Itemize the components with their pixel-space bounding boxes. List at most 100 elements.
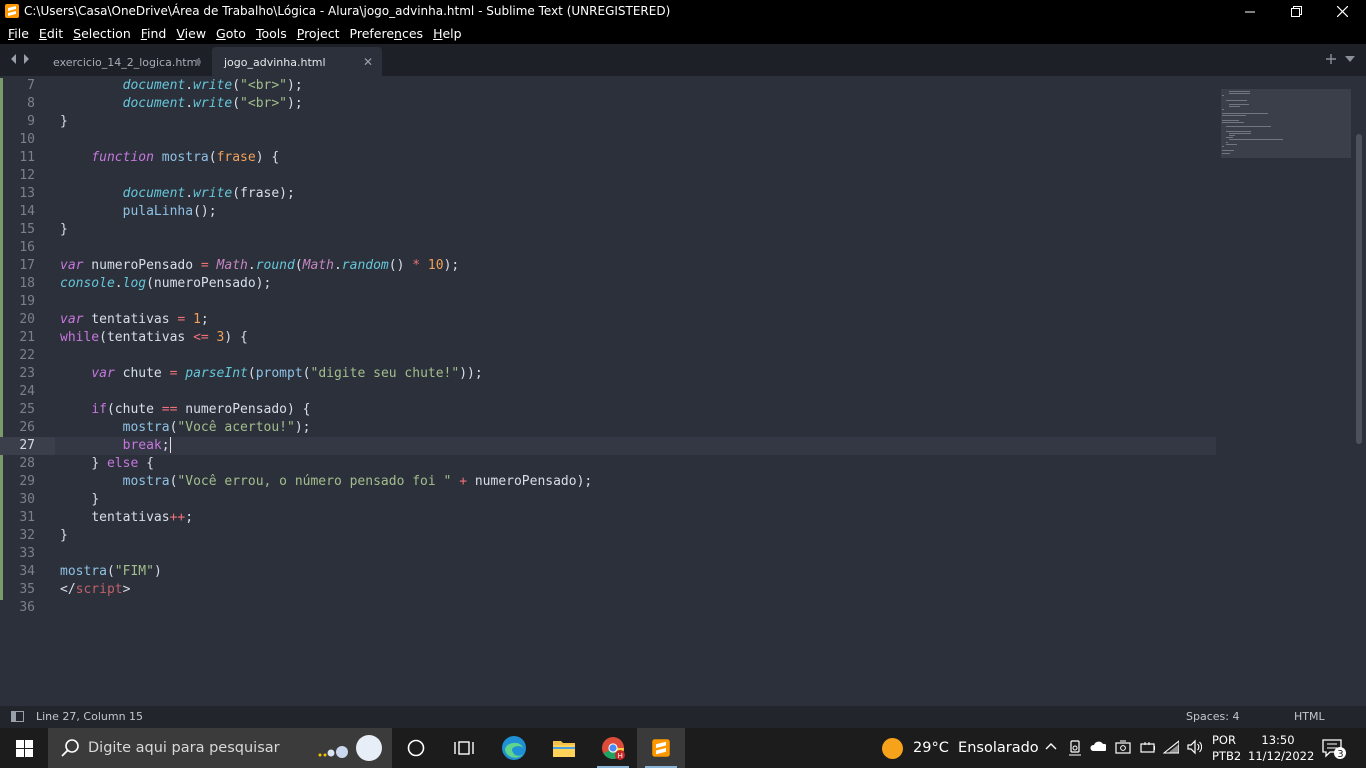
notification-center-button[interactable]: 3: [1322, 738, 1346, 763]
file-explorer-taskbar-button[interactable]: [540, 728, 588, 768]
menu-label-rest: oto: [225, 26, 246, 41]
code-line[interactable]: 31 tentativas++;: [0, 509, 1216, 527]
new-tab-plus-icon[interactable]: [1325, 53, 1337, 65]
code-line[interactable]: 15}: [0, 221, 1216, 239]
code-token: (tentativas: [99, 330, 194, 345]
scrollbar-thumb[interactable]: [1356, 134, 1362, 444]
menu-item-2[interactable]: Selection: [68, 26, 136, 41]
clock-time: 13:50: [1261, 733, 1295, 747]
code-line[interactable]: 34 mostra("FIM"): [0, 563, 1216, 581]
onedrive-cloud-icon[interactable]: [1090, 739, 1106, 757]
code-text: mostra("FIM"): [60, 563, 162, 581]
menu-item-5[interactable]: Goto: [211, 26, 251, 41]
code-line[interactable]: 7 document.write("<br>");: [0, 77, 1216, 95]
battery-plugged-icon[interactable]: [1139, 739, 1155, 757]
code-line[interactable]: 19: [0, 293, 1216, 311]
code-line[interactable]: 8 document.write("<br>");: [0, 95, 1216, 113]
code-token: log: [122, 276, 147, 291]
code-token: }: [91, 492, 100, 507]
menu-accelerator: V: [176, 26, 185, 41]
indentation-setting[interactable]: Spaces: 4: [1186, 710, 1239, 723]
device-icon[interactable]: [1068, 739, 1084, 757]
close-window-button[interactable]: [1319, 0, 1365, 23]
minimap-line: [1222, 121, 1244, 123]
cortana-button[interactable]: [392, 728, 440, 768]
line-number: 35: [19, 582, 35, 597]
toggle-panel-icon[interactable]: [11, 711, 24, 722]
code-text: </script>: [60, 581, 130, 599]
code-line[interactable]: 10: [0, 131, 1216, 149]
code-line[interactable]: 21 while(tentativas <= 3) {: [0, 329, 1216, 347]
menu-item-3[interactable]: Find: [136, 26, 172, 41]
code-token: (: [232, 78, 241, 93]
code-line[interactable]: 30 }: [0, 491, 1216, 509]
code-token: .: [185, 96, 194, 111]
code-line[interactable]: 27 break;: [0, 436, 1216, 455]
menu-item-9[interactable]: Help: [428, 26, 467, 41]
restore-button[interactable]: [1273, 0, 1319, 23]
sublime-text-taskbar-button[interactable]: [637, 728, 685, 768]
menu-item-0[interactable]: File: [3, 26, 34, 41]
sun-icon: [882, 737, 903, 759]
code-line[interactable]: 24: [0, 383, 1216, 401]
menu-item-4[interactable]: View: [171, 26, 211, 41]
tab-nav-arrows-icon[interactable]: [10, 53, 32, 65]
code-line[interactable]: 16: [0, 239, 1216, 257]
minimize-button[interactable]: [1227, 0, 1273, 23]
unsaved-dot-icon[interactable]: [195, 59, 201, 65]
task-view-button[interactable]: [440, 728, 488, 768]
code-line[interactable]: 28 } else {: [0, 455, 1216, 473]
tab-list-chevron-icon[interactable]: [1344, 55, 1356, 63]
code-line[interactable]: 20 var tentativas = 1;: [0, 311, 1216, 329]
code-line[interactable]: 25 if(chute == numeroPensado) {: [0, 401, 1216, 419]
speaker-icon[interactable]: [1186, 739, 1202, 757]
minimap[interactable]: [1218, 76, 1352, 158]
code-line[interactable]: 32}: [0, 527, 1216, 545]
code-line[interactable]: 23 var chute = parseInt(prompt("digite s…: [0, 365, 1216, 383]
code-line[interactable]: 12: [0, 167, 1216, 185]
start-button[interactable]: [0, 728, 48, 768]
code-line[interactable]: 9}: [0, 113, 1216, 131]
code-line[interactable]: 35 </script>: [0, 581, 1216, 599]
close-tab-icon[interactable]: ✕: [363, 55, 373, 69]
menu-item-6[interactable]: Tools: [251, 26, 292, 41]
tab-exercicio[interactable]: exercicio_14_2_logica.html: [40, 47, 212, 76]
chevron-up-icon[interactable]: [1044, 739, 1060, 757]
taskbar-search-box[interactable]: Digite aqui para pesquisar: [48, 728, 392, 768]
code-line[interactable]: 17 var numeroPensado = Math.round(Math.ra…: [0, 257, 1216, 275]
syntax-selector[interactable]: HTML: [1294, 710, 1325, 723]
editor-area[interactable]: 7 document.write("<br>"); 8 document.writ…: [0, 76, 1366, 706]
chrome-taskbar-button[interactable]: H: [589, 728, 637, 768]
code-line[interactable]: 14 pulaLinha();: [0, 203, 1216, 221]
line-number: 29: [19, 474, 35, 489]
input-language-indicator[interactable]: POR PTB2: [1212, 732, 1241, 764]
code-line[interactable]: 26 mostra("Você acertou!");: [0, 419, 1216, 437]
code-line[interactable]: 36: [0, 599, 1216, 617]
edge-taskbar-button[interactable]: [490, 728, 538, 768]
menu-accelerator: P: [296, 26, 305, 41]
code-line[interactable]: 29 mostra("Você errou, o número pensado …: [0, 473, 1216, 491]
code-token: (: [247, 366, 256, 381]
title-bar: C:\Users\Casa\OneDrive\Área de Trabalho\…: [0, 0, 1366, 23]
code-token: "FIM": [114, 564, 154, 579]
wifi-icon[interactable]: [1163, 739, 1179, 757]
tab-label: jogo_advinha.html: [224, 56, 326, 69]
code-token: else: [106, 456, 139, 471]
tab-jogo-advinha[interactable]: jogo_advinha.html ✕: [212, 47, 382, 76]
code-token: "<br>": [240, 96, 288, 111]
code-line[interactable]: 33: [0, 545, 1216, 563]
line-number: 22: [19, 348, 35, 363]
clock[interactable]: 13:50 11/12/2022: [1248, 732, 1314, 764]
menu-item-7[interactable]: Project: [292, 26, 345, 41]
code-line[interactable]: 18 console.log(numeroPensado);: [0, 275, 1216, 293]
menu-item-1[interactable]: Edit: [34, 26, 68, 41]
menu-item-8[interactable]: Preferences: [345, 26, 429, 41]
code-line[interactable]: 11 function mostra(frase) {: [0, 149, 1216, 167]
code-token: .: [333, 258, 342, 273]
weather-widget[interactable]: 29°C Ensolarado: [882, 728, 1039, 768]
code-line[interactable]: 22: [0, 347, 1216, 365]
meet-now-icon[interactable]: [1115, 739, 1131, 757]
code-line[interactable]: 13 document.write(frase);: [0, 185, 1216, 203]
code-token: var: [60, 312, 84, 327]
notification-count: 3: [1337, 749, 1343, 760]
